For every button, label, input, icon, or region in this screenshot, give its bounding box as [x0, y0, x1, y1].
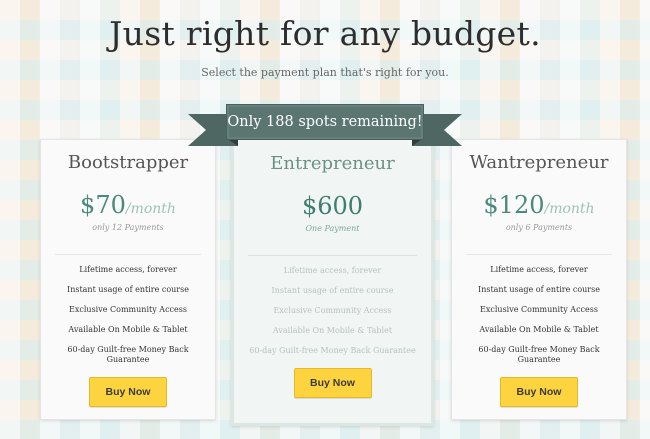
plan-name: Wantrepreneur	[469, 152, 609, 173]
plan-price: $600	[234, 192, 431, 222]
page-title: Just right for any budget.	[109, 14, 541, 53]
feature-item: Exclusive Community Access	[480, 305, 598, 314]
price-amount: $120	[483, 191, 545, 219]
feature-list: Lifetime access, forever Instant usage o…	[452, 265, 626, 365]
page-subtitle: Select the payment plan that's right for…	[201, 66, 449, 79]
feature-item: Lifetime access, forever	[283, 266, 382, 275]
price-amount: $70	[80, 191, 126, 219]
feature-item: 60-day Guilt-free Money Back Guarantee	[478, 345, 600, 364]
feature-item: 60-day Guilt-free Money Back Guarantee	[249, 346, 416, 355]
feature-item: Lifetime access, forever	[79, 265, 177, 274]
payment-terms: only 12 Payments	[92, 223, 164, 232]
price-period: /month	[544, 201, 595, 217]
feature-item: Instant usage of entire course	[67, 285, 189, 294]
feature-item: 60-day Guilt-free Money Back Guarantee	[67, 345, 189, 364]
divider	[248, 255, 417, 256]
payment-terms: only 6 Payments	[505, 223, 573, 232]
feature-list: Lifetime access, forever Instant usage o…	[41, 265, 215, 365]
plan-price: $70/month	[41, 191, 215, 221]
price-amount: $600	[301, 192, 364, 220]
feature-list: Lifetime access, forever Instant usage o…	[234, 266, 431, 356]
feature-item: Exclusive Community Access	[69, 305, 187, 314]
buy-now-button-bootstrapper[interactable]: Buy Now	[89, 377, 167, 407]
divider	[466, 254, 612, 255]
plan-card-wantrepreneur: Wantrepreneur $120/month only 6 Payments…	[451, 139, 627, 420]
plan-card-entrepreneur: Entrepreneur $600 One Payment Lifetime a…	[231, 134, 434, 426]
spots-remaining-ribbon: Only 188 spots remaining!	[188, 104, 462, 146]
buy-now-button-entrepreneur[interactable]: Buy Now	[293, 368, 372, 398]
plan-name: Entrepreneur	[270, 153, 395, 174]
feature-item: Available On Mobile & Tablet	[68, 325, 188, 334]
feature-item: Exclusive Community Access	[273, 306, 392, 315]
plan-price: $120/month	[452, 191, 626, 221]
divider	[55, 254, 201, 255]
price-period: /month	[125, 201, 176, 217]
feature-item: Instant usage of entire course	[478, 285, 600, 294]
ribbon-band: Only 188 spots remaining!	[226, 104, 424, 140]
feature-item: Available On Mobile & Tablet	[479, 325, 599, 334]
feature-item: Available On Mobile & Tablet	[272, 326, 393, 335]
ribbon-text: Only 188 spots remaining!	[227, 114, 423, 130]
feature-item: Instant usage of entire course	[271, 286, 394, 295]
payment-terms: One Payment	[305, 224, 360, 233]
plan-card-bootstrapper: Bootstrapper $70/month only 12 Payments …	[40, 139, 216, 420]
buy-now-button-wantrepreneur[interactable]: Buy Now	[500, 377, 578, 407]
plan-name: Bootstrapper	[67, 152, 189, 173]
feature-item: Lifetime access, forever	[490, 265, 588, 274]
